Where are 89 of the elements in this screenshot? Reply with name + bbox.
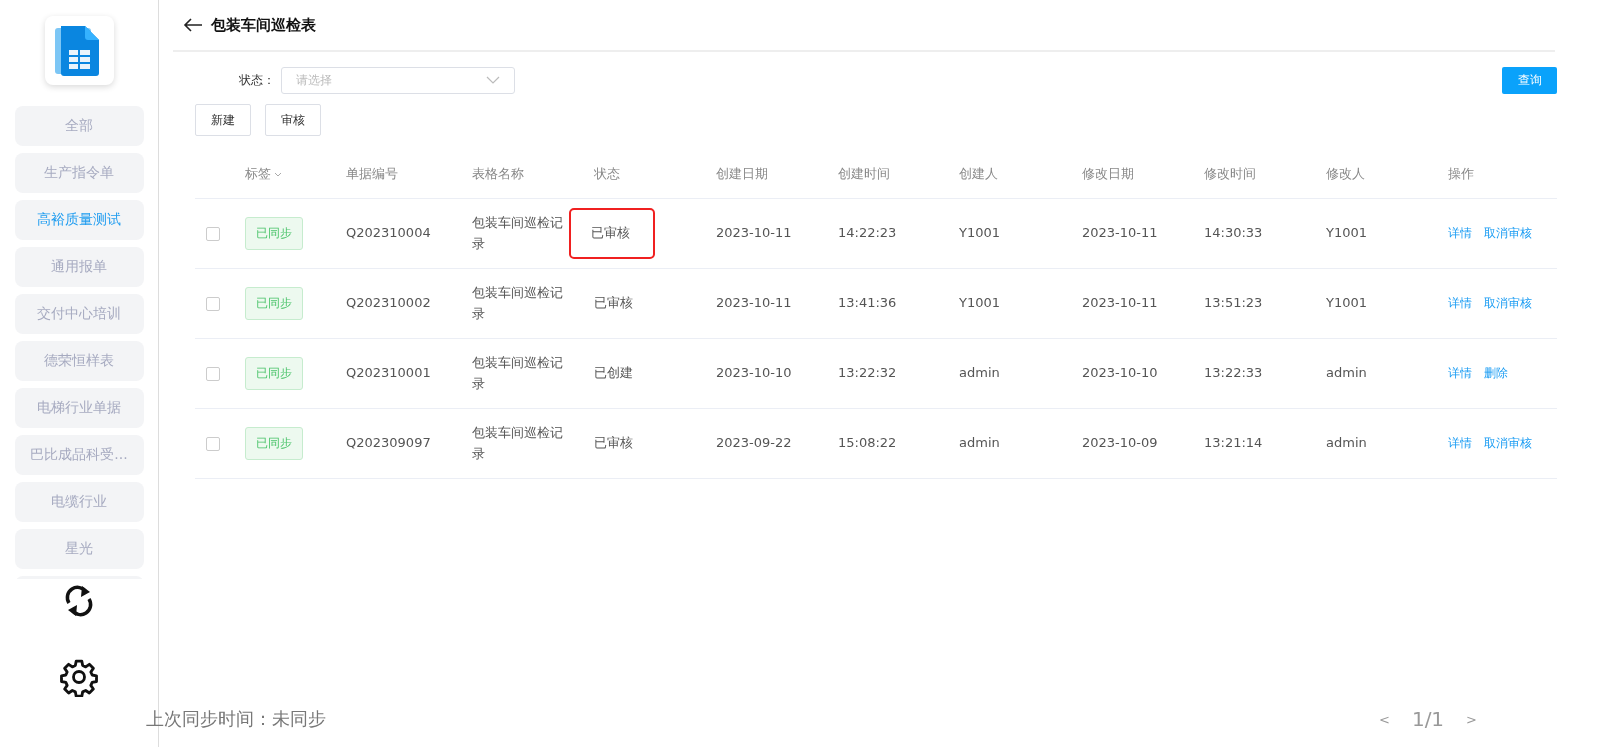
sidebar-item[interactable]: 生产指令单 (14, 153, 144, 193)
table-cell-text: Y1001 (1326, 224, 1368, 243)
table-cell-text: 2023-10-11 (1082, 294, 1158, 313)
sidebar-item[interactable]: 通用报单 (14, 247, 144, 287)
status-select[interactable]: 请选择 (281, 66, 515, 94)
column-header: 修改人 (1326, 165, 1365, 183)
settings-icon[interactable] (59, 657, 99, 697)
table-cell-text: 13:22:32 (838, 364, 897, 383)
column-header: 单据编号 (346, 165, 398, 183)
action-link[interactable]: 详情 (1448, 435, 1472, 452)
table-cell-text: 2023-10-10 (1082, 364, 1158, 383)
sidebar-item[interactable]: 全部 (14, 106, 144, 146)
sidebar-item[interactable]: 巴比成品科受... (14, 435, 144, 475)
table-cell-text: 2023-10-11 (716, 224, 792, 243)
sidebar-item[interactable]: 交付中心培训 (14, 294, 144, 334)
table-cell-text: admin (959, 434, 1000, 453)
sync-tag: 已同步 (245, 357, 303, 390)
sync-tag: 已同步 (245, 427, 303, 460)
table-cell-text: admin (1326, 434, 1367, 453)
toolbar-button[interactable]: 审核 (265, 104, 321, 136)
action-link[interactable]: 取消审核 (1484, 295, 1532, 312)
row-checkbox[interactable] (206, 226, 220, 241)
table-cell-text: 14:22:23 (838, 224, 897, 243)
column-header: 标签 (245, 165, 271, 183)
table-cell-text: Q202309097 (346, 434, 431, 453)
next-page-button[interactable]: > (1466, 711, 1477, 727)
table-cell-text: Y1001 (959, 294, 1001, 313)
app-logo-icon (44, 16, 114, 85)
page-title: 包装车间巡检表 (211, 15, 316, 35)
column-header: 创建日期 (716, 165, 768, 183)
column-header: 操作 (1448, 165, 1474, 183)
column-header: 修改时间 (1204, 165, 1256, 183)
previous-page-button[interactable]: < (1379, 711, 1390, 727)
action-link[interactable]: 详情 (1448, 225, 1472, 242)
table-cell-text: admin (1326, 364, 1367, 383)
table-cell-text: 2023-09-22 (716, 434, 792, 453)
column-header: 修改日期 (1082, 165, 1134, 183)
table-cell-text: 包装车间巡检记录 (472, 423, 564, 463)
sidebar-item[interactable]: 德荣恒样表 (14, 341, 144, 381)
sync-tag: 已同步 (245, 287, 303, 320)
query-button[interactable]: 查询 (1502, 66, 1557, 94)
sync-tag: 已同步 (245, 217, 303, 250)
table-cell-text: Y1001 (1326, 294, 1368, 313)
table-cell-text: admin (959, 364, 1000, 383)
action-link[interactable]: 删除 (1484, 365, 1508, 382)
column-header: 创建时间 (838, 165, 890, 183)
table-cell-text: 15:08:22 (838, 434, 897, 453)
chevron-down-icon (486, 76, 500, 84)
sidebar-item[interactable]: 电梯行业单据 (14, 388, 144, 428)
table-cell-text: Y1001 (959, 224, 1001, 243)
column-header: 创建人 (959, 165, 998, 183)
table-cell-text: 2023-10-11 (716, 294, 792, 313)
table-cell-text: 2023-10-11 (1082, 224, 1158, 243)
table-cell-text: 13:21:14 (1204, 434, 1263, 453)
action-link[interactable]: 取消审核 (1484, 435, 1532, 452)
status-filter-label: 状态： (239, 71, 275, 89)
status-text: 已审核 (571, 210, 653, 257)
table-cell-text: 包装车间巡检记录 (472, 283, 564, 323)
back-arrow-icon[interactable] (183, 17, 203, 33)
row-checkbox[interactable] (206, 296, 220, 311)
status-text: 已审核 (594, 294, 633, 313)
sort-caret-icon[interactable] (274, 171, 282, 177)
column-header: 表格名称 (472, 165, 524, 183)
table-cell-text: 13:22:33 (1204, 364, 1263, 383)
table-cell-text: 14:30:33 (1204, 224, 1263, 243)
status-text: 已审核 (594, 434, 633, 453)
table-cell-text: 13:41:36 (838, 294, 897, 313)
status-text: 已创建 (594, 364, 633, 383)
column-header: 状态 (594, 165, 620, 183)
action-link[interactable]: 详情 (1448, 365, 1472, 382)
sidebar-item[interactable]: 星光 (14, 529, 144, 569)
table-cell-text: 包装车间巡检记录 (472, 353, 564, 393)
sidebar-item[interactable]: 高裕质量测试 (14, 200, 144, 240)
sidebar-item[interactable]: 电缆行业 (14, 482, 144, 522)
table-cell-text: Q202310001 (346, 364, 431, 383)
sync-status-text: 上次同步时间：未同步 (146, 707, 326, 731)
table-cell-text: 2023-10-10 (716, 364, 792, 383)
toolbar-button[interactable]: 新建 (195, 104, 251, 136)
table-cell-text: Q202310004 (346, 224, 431, 243)
action-link[interactable]: 取消审核 (1484, 225, 1532, 242)
table-cell-text: 13:51:23 (1204, 294, 1263, 313)
table-cell-text: 2023-10-09 (1082, 434, 1158, 453)
row-checkbox[interactable] (206, 366, 220, 381)
action-link[interactable]: 详情 (1448, 295, 1472, 312)
refresh-icon[interactable] (64, 583, 94, 619)
row-checkbox[interactable] (206, 436, 220, 451)
page-indicator: 1/1 (1411, 707, 1445, 731)
table-cell-text: Q202310002 (346, 294, 431, 313)
table-cell-text: 包装车间巡检记录 (472, 213, 564, 253)
